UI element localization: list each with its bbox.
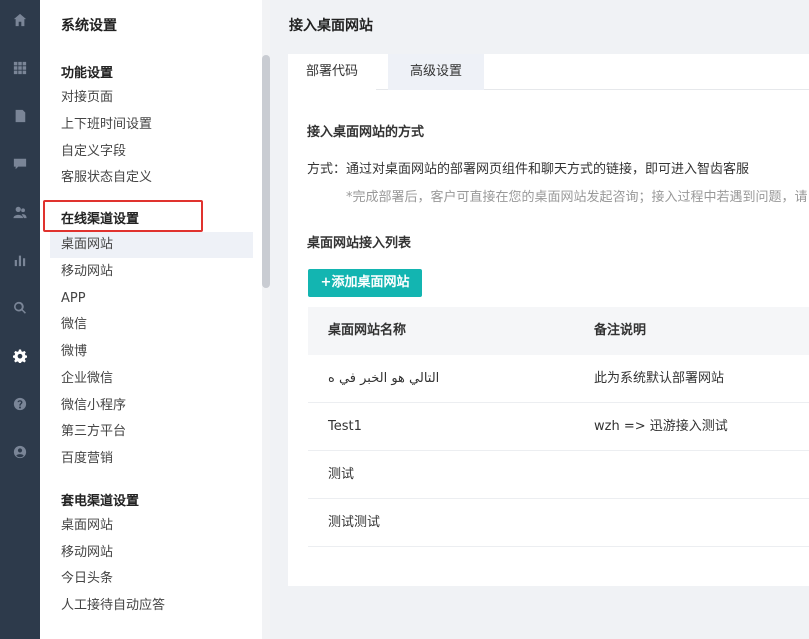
account-icon[interactable] [0,442,40,462]
sidebar-item-agent-status[interactable]: 客服状态自定义 [50,165,253,191]
settings-icon[interactable] [0,346,40,366]
site-name-cell: التالي هو الخبر في ه [328,371,440,386]
tab-deploy-code[interactable]: 部署代码 [288,54,376,90]
site-remark-cell: wzh => 迅游接入测试 [594,419,728,434]
sidebar-group-online-channels: 在线渠道设置 [61,212,140,227]
column-header-name: 桌面网站名称 [328,323,407,338]
sidebar-item-docking-page[interactable]: 对接页面 [50,85,253,111]
search-icon[interactable] [0,298,40,318]
chat-icon[interactable] [0,154,40,174]
sidebar-item-baidu-marketing[interactable]: 百度营销 [50,446,253,472]
deploy-note: *完成部署后，客户可直接在您的桌面网站发起咨询；接入过程中若遇到问题，请 [346,190,808,205]
add-desktop-site-button[interactable]: +添加桌面网站 [308,269,422,297]
settings-sidebar: 系统设置 功能设置 对接页面 上下班时间设置 自定义字段 客服状态自定义 在线渠… [40,0,262,639]
help-icon[interactable] [0,394,40,414]
table-row[interactable]: Test1 wzh => 迅游接入测试 [308,403,809,451]
sidebar-item-custom-fields[interactable]: 自定义字段 [50,139,253,165]
document-icon[interactable] [0,106,40,126]
site-name-cell: 测试 [328,467,355,482]
sidebar-item-lead-desktop-site[interactable]: 桌面网站 [50,513,253,539]
sidebar-item-lead-mobile-site[interactable]: 移动网站 [50,540,253,566]
table-row[interactable]: 测试 [308,451,809,499]
table-header: 桌面网站名称 备注说明 [308,307,809,355]
site-name-cell: 测试测试 [328,515,381,530]
method-section-label: 接入桌面网站的方式 [307,125,425,140]
sidebar-title: 系统设置 [61,18,117,34]
table-row[interactable]: 测试测试 [308,499,809,547]
sidebar-item-app[interactable]: APP [50,286,253,312]
icon-rail [0,0,40,639]
sidebar-item-third-party[interactable]: 第三方平台 [50,419,253,445]
users-icon[interactable] [0,202,40,222]
home-icon[interactable] [0,10,40,30]
sidebar-item-desktop-site[interactable]: 桌面网站 [50,232,253,258]
sidebar-item-work-hours[interactable]: 上下班时间设置 [50,112,253,138]
sidebar-item-toutiao[interactable]: 今日头条 [50,566,253,592]
column-header-remark: 备注说明 [594,323,647,338]
tab-advanced-settings[interactable]: 高级设置 [388,54,484,90]
table-row[interactable]: التالي هو الخبر في ه 此为系统默认部署网站 [308,355,809,403]
sidebar-item-mobile-site[interactable]: 移动网站 [50,259,253,285]
sidebar-group-lead-channels: 套电渠道设置 [61,494,140,509]
site-name-cell: Test1 [328,419,362,434]
sidebar-item-auto-reply[interactable]: 人工接待自动应答 [50,593,253,619]
sidebar-group-function: 功能设置 [61,66,114,81]
sidebar-item-weibo[interactable]: 微博 [50,339,253,365]
list-section-label: 桌面网站接入列表 [307,236,412,251]
chart-icon[interactable] [0,250,40,270]
site-remark-cell: 此为系统默认部署网站 [594,371,725,386]
page-title: 接入桌面网站 [289,18,373,34]
sidebar-scrollbar-thumb[interactable] [262,55,270,288]
apps-icon[interactable] [0,58,40,78]
sidebar-item-wechat[interactable]: 微信 [50,312,253,338]
sidebar-item-mini-program[interactable]: 微信小程序 [50,393,253,419]
sidebar-item-enterprise-wechat[interactable]: 企业微信 [50,366,253,392]
method-text: 方式：通过对桌面网站的部署网页组件和聊天方式的链接，即可进入智齿客服 [307,162,750,177]
tab-bar: 部署代码 高级设置 [288,54,809,90]
